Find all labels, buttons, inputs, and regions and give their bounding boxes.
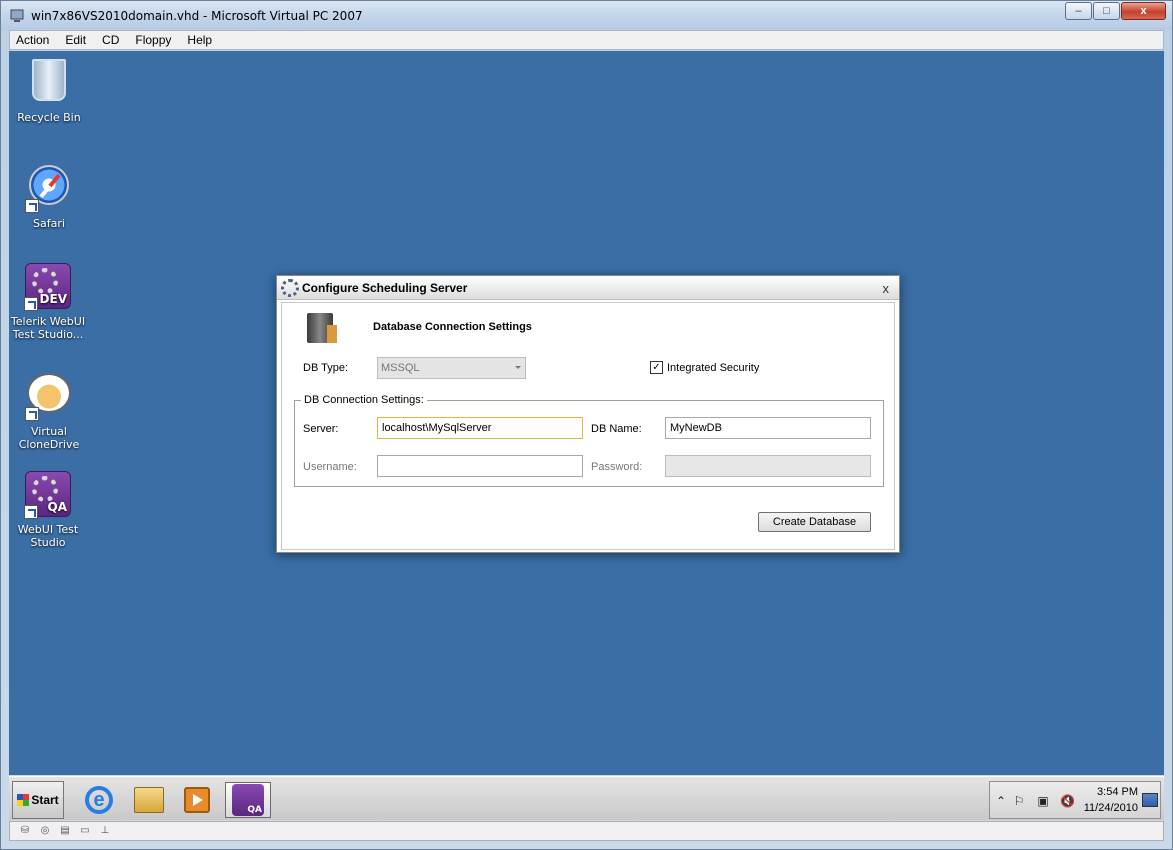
show-desktop-button[interactable]	[1142, 793, 1158, 807]
floppy-drive-icon[interactable]: ▤	[58, 825, 72, 837]
taskbar-media-player[interactable]	[177, 782, 217, 818]
clonedrive-icon	[25, 373, 73, 421]
safari-icon	[25, 165, 73, 213]
integrated-security-label: Integrated Security	[667, 362, 760, 374]
shared-folder-icon[interactable]: ▭	[78, 825, 92, 837]
password-input[interactable]	[665, 455, 871, 477]
configure-scheduling-server-dialog: Configure Scheduling Server x Database C…	[276, 275, 900, 553]
media-player-icon	[184, 787, 210, 813]
db-type-value: MSSQL	[381, 362, 420, 374]
db-name-label: DB Name:	[591, 423, 642, 435]
windows-flag-icon	[17, 794, 30, 806]
desktop-icon-recycle-bin[interactable]: Recycle Bin	[9, 59, 89, 124]
desktop-icon-label: Virtual CloneDrive	[18, 425, 80, 451]
hard-disk-icon[interactable]: ⛁	[18, 825, 32, 837]
server-input[interactable]	[377, 417, 583, 439]
menu-floppy[interactable]: Floppy	[133, 33, 173, 47]
volume-muted-icon[interactable]: 🔇	[1060, 794, 1075, 808]
group-title: DB Connection Settings:	[304, 394, 424, 406]
taskbar-qa-tag: QA	[247, 805, 262, 815]
desktop-icon-webui-test-studio[interactable]: QA WebUI Test Studio	[9, 471, 88, 549]
recycle-bin-icon	[25, 59, 73, 107]
db-name-input[interactable]	[665, 417, 871, 439]
desktop-icon-telerik-webui-dev[interactable]: DEV Telerik WebUI Test Studio...	[9, 263, 88, 341]
shortcut-arrow-icon	[24, 297, 38, 311]
menu-edit[interactable]: Edit	[63, 33, 88, 47]
icon-tag-dev: DEV	[39, 292, 67, 306]
shortcut-arrow-icon	[24, 505, 38, 519]
virtual-pc-window: win7x86VS2010domain.vhd - Microsoft Virt…	[0, 0, 1173, 850]
dialog-close-button[interactable]: x	[883, 281, 890, 296]
shortcut-arrow-icon	[25, 407, 39, 421]
close-button[interactable]: x	[1121, 2, 1166, 20]
guest-taskbar: Start e QA ⌃ ⚐ ▣ 🔇 3:54 PM 11/24/2010	[9, 776, 1164, 820]
server-label: Server:	[303, 423, 339, 435]
system-tray: ⌃ ⚐ ▣ 🔇 3:54 PM 11/24/2010	[989, 781, 1161, 819]
dialog-title: Configure Scheduling Server	[302, 280, 468, 295]
desktop-icon-label: Safari	[33, 217, 65, 230]
desktop-icon-virtual-clonedrive[interactable]: Virtual CloneDrive	[9, 369, 89, 451]
taskbar-internet-explorer[interactable]: e	[79, 782, 119, 818]
action-center-flag-icon[interactable]: ⚐	[1012, 794, 1026, 808]
menu-help[interactable]: Help	[185, 33, 214, 47]
gear-icon	[281, 278, 299, 297]
network-icon[interactable]: ▣	[1036, 794, 1050, 808]
maximize-button[interactable]: □	[1093, 2, 1120, 20]
server-icon	[307, 313, 337, 343]
internet-explorer-icon: e	[85, 786, 113, 814]
desktop-icon-label: Recycle Bin	[17, 111, 81, 124]
window-title: win7x86VS2010domain.vhd - Microsoft Virt…	[31, 8, 363, 23]
webui-qa-icon: QA	[24, 471, 72, 519]
chevron-down-icon	[515, 366, 521, 369]
window-titlebar[interactable]: win7x86VS2010domain.vhd - Microsoft Virt…	[1, 1, 1172, 30]
db-type-select[interactable]: MSSQL	[377, 357, 526, 379]
db-type-label: DB Type:	[303, 362, 349, 374]
desktop-icon-label: Telerik WebUI Test Studio...	[10, 315, 86, 341]
create-database-button[interactable]: Create Database	[758, 512, 871, 532]
menu-action[interactable]: Action	[14, 33, 51, 47]
start-button[interactable]: Start	[12, 781, 64, 819]
dialog-heading: Database Connection Settings	[373, 321, 532, 333]
check-mark-icon: ✓	[652, 362, 661, 373]
minimize-button[interactable]: –	[1065, 2, 1092, 20]
show-hidden-icons-chevron-icon[interactable]: ⌃	[994, 794, 1008, 808]
clock-time[interactable]: 3:54 PM	[1097, 786, 1138, 798]
taskbar-webui-test-studio[interactable]: QA	[225, 782, 271, 818]
dialog-titlebar[interactable]: Configure Scheduling Server	[277, 276, 899, 300]
dialog-body: Database Connection Settings DB Type: MS…	[281, 302, 895, 550]
host-status-bar: ⛁ ◎ ▤ ▭ ⊥	[9, 821, 1164, 841]
password-label: Password:	[591, 461, 643, 473]
webui-dev-icon: DEV	[24, 263, 72, 311]
start-label: Start	[31, 793, 59, 807]
desktop-icon-safari[interactable]: Safari	[9, 161, 89, 230]
menu-cd[interactable]: CD	[100, 33, 121, 47]
network-adapter-icon[interactable]: ⊥	[98, 825, 112, 837]
username-label: Username:	[303, 461, 357, 473]
shortcut-arrow-icon	[25, 199, 39, 213]
virtual-pc-icon	[10, 9, 24, 22]
clock-date[interactable]: 11/24/2010	[1084, 802, 1138, 814]
windows-explorer-icon	[134, 787, 164, 813]
username-input[interactable]	[377, 455, 583, 477]
integrated-security-checkbox[interactable]: ✓	[650, 361, 663, 374]
cd-drive-icon[interactable]: ◎	[38, 825, 52, 837]
webui-qa-icon: QA	[232, 784, 264, 816]
menu-bar: Action Edit CD Floppy Help	[9, 30, 1164, 50]
desktop-icon-label: WebUI Test Studio	[17, 523, 79, 549]
icon-tag-qa: QA	[47, 500, 68, 514]
taskbar-windows-explorer[interactable]	[129, 782, 169, 818]
